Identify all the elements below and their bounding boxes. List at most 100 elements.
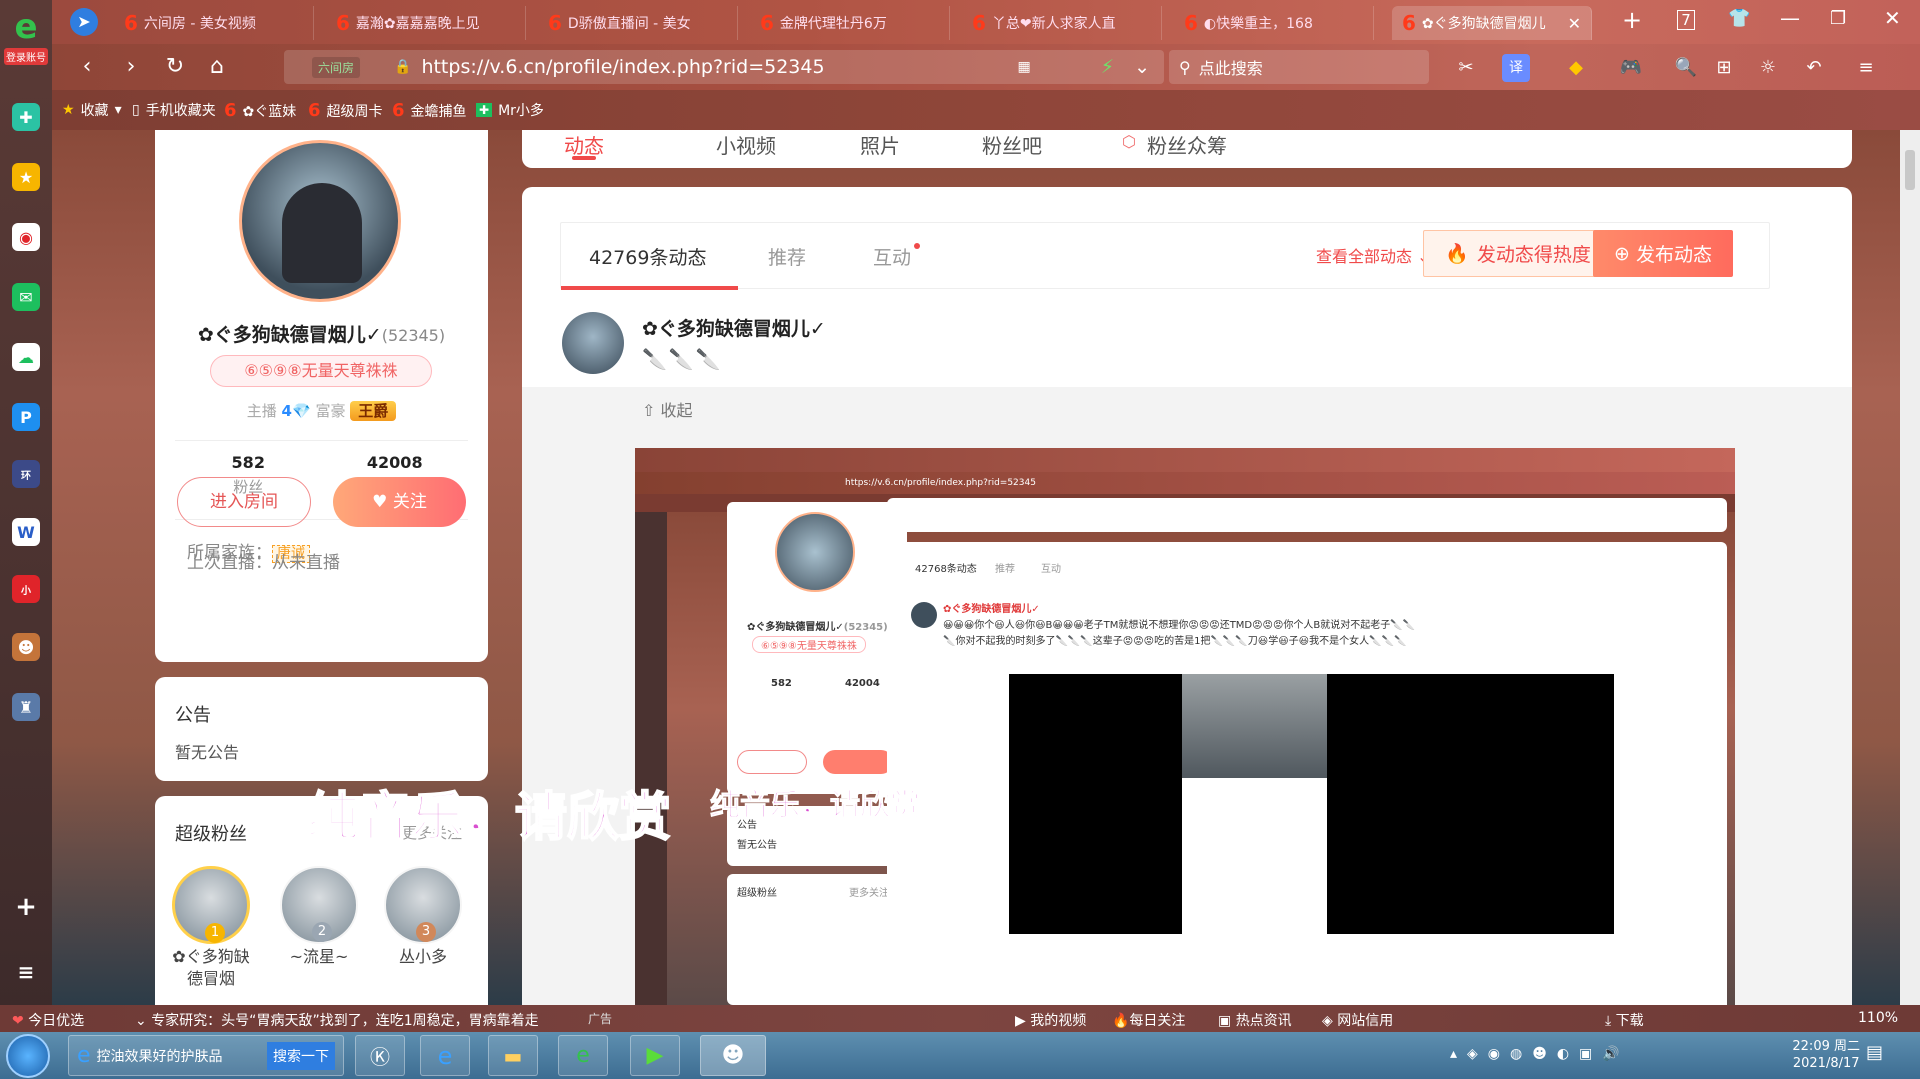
home-icon[interactable]: ⌂ bbox=[202, 52, 232, 82]
add-icon[interactable]: + bbox=[12, 892, 40, 922]
status-credit[interactable]: ◈ 网站信用 bbox=[1322, 1010, 1393, 1030]
login-account-label[interactable]: 登录账号 bbox=[4, 48, 48, 65]
tab-recommend[interactable]: 推荐 bbox=[768, 243, 806, 270]
tab-fan-bar[interactable]: 粉丝吧 bbox=[982, 130, 1042, 159]
fan-item[interactable]: 3 丛小多 bbox=[383, 866, 463, 968]
clock[interactable]: 22:09 周二 2021/8/17 bbox=[1792, 1038, 1860, 1072]
taskbar-folder[interactable]: ▬ bbox=[488, 1035, 538, 1076]
tab-crowdfund[interactable]: 粉丝众筹 bbox=[1147, 130, 1227, 159]
menu-icon[interactable]: ≡ bbox=[12, 958, 40, 986]
restore-icon[interactable]: ❐ bbox=[1830, 8, 1846, 29]
coin-icon[interactable]: ◆ bbox=[1562, 54, 1590, 82]
bookmark-mobile[interactable]: ▯ 手机收藏夹 bbox=[132, 100, 216, 120]
scrollbar-thumb[interactable] bbox=[1905, 150, 1915, 190]
qr-icon[interactable]: ▦ bbox=[1018, 59, 1031, 75]
scissors-icon[interactable]: ✂ bbox=[1452, 54, 1480, 82]
tab-0[interactable]: 6 六间房 - 美女视频 bbox=[114, 6, 314, 40]
page-scrollbar[interactable] bbox=[1900, 130, 1920, 1005]
nested-screenshot[interactable]: https://v.6.cn/profile/index.php?rid=523… bbox=[635, 448, 1735, 1005]
tab-2[interactable]: 6 D骄傲直播间 - 美女 bbox=[538, 6, 738, 40]
cloud-icon[interactable]: ☁ bbox=[12, 343, 40, 371]
close-window-icon[interactable]: ✕ bbox=[1884, 6, 1901, 30]
url-text[interactable]: https://v.6.cn/profile/index.php?rid=523… bbox=[421, 56, 824, 78]
grid-icon[interactable]: ⊞ bbox=[1710, 54, 1738, 82]
enter-room-button[interactable]: 进入房间 bbox=[177, 477, 311, 527]
minimize-icon[interactable]: — bbox=[1780, 6, 1800, 30]
refresh-icon[interactable]: ↻ bbox=[160, 52, 190, 82]
status-my-video[interactable]: ▶ 我的视频 bbox=[1015, 1010, 1086, 1030]
word-icon[interactable]: W bbox=[12, 518, 40, 546]
taskbar-active-app[interactable]: ☻ bbox=[700, 1035, 766, 1076]
bookmark-mrxiaoduo[interactable]: ✚ Mr小多 bbox=[476, 100, 544, 120]
start-button[interactable] bbox=[6, 1034, 50, 1078]
game-character-icon[interactable]: ☻ bbox=[12, 633, 40, 661]
notification-icon[interactable]: ▤ bbox=[1866, 1042, 1883, 1063]
bookmark-label: 收藏 bbox=[80, 103, 109, 119]
taskbar-k-app[interactable]: Ⓚ bbox=[355, 1035, 405, 1076]
status-hot-news[interactable]: ▣ 热点资讯 bbox=[1218, 1010, 1292, 1030]
browser-logo[interactable]: e 登录账号 bbox=[4, 10, 48, 70]
status-daily-follow[interactable]: 🔥每日关注 bbox=[1112, 1010, 1185, 1030]
gamepad-icon[interactable]: 🎮 bbox=[1617, 54, 1645, 82]
bookmark-fishing[interactable]: 6 金蟾捕鱼 bbox=[392, 100, 467, 121]
browser-menu-icon[interactable]: ≡ bbox=[1852, 54, 1880, 82]
translate-icon[interactable]: 译 bbox=[1502, 54, 1530, 82]
send-icon[interactable]: ➤ bbox=[70, 8, 98, 36]
forward-icon[interactable]: › bbox=[116, 52, 146, 82]
back-icon[interactable]: ‹ bbox=[72, 52, 102, 82]
zoom-level[interactable]: 110% bbox=[1858, 1010, 1898, 1026]
search-box[interactable]: ⚲ 点此搜索 bbox=[1169, 50, 1429, 84]
follow-button[interactable]: ♥ 关注 bbox=[333, 477, 466, 527]
heart-icon: ♥ bbox=[372, 492, 393, 512]
profile-avatar[interactable] bbox=[239, 140, 401, 302]
address-bar[interactable]: 六间房 🔒 https://v.6.cn/profile/index.php?r… bbox=[284, 50, 1164, 84]
taskbar-browser[interactable]: e bbox=[558, 1035, 608, 1076]
tab-all-posts[interactable]: 42769条动态 bbox=[589, 243, 706, 270]
tab-1[interactable]: 6 嘉瀚✿嘉嘉嘉晚上见 bbox=[326, 6, 526, 40]
fan-item[interactable]: 2 ~流星~ bbox=[279, 866, 359, 968]
taskbar-player[interactable]: ▶ bbox=[630, 1035, 680, 1076]
mail-icon[interactable]: ✉ bbox=[12, 283, 40, 311]
bookmark-lanmei[interactable]: 6 ✿ぐ蓝妹 bbox=[224, 100, 296, 121]
hot-post-button[interactable]: 🔥 发动态得热度 bbox=[1423, 230, 1613, 277]
p-app-icon[interactable]: P bbox=[12, 403, 40, 431]
tab-interact[interactable]: 互动 bbox=[873, 243, 911, 270]
post-author[interactable]: ✿ぐ多狗缺德冒烟儿✓ bbox=[642, 314, 826, 341]
tab-6-active[interactable]: 6 ✿ぐ多狗缺德冒烟儿 ✕ bbox=[1392, 6, 1592, 40]
tab-short-video[interactable]: 小视频 bbox=[716, 130, 776, 159]
red-app-icon[interactable]: 小 bbox=[12, 575, 40, 603]
shirt-icon[interactable]: 👕 bbox=[1728, 8, 1750, 29]
game-app-icon[interactable]: 环 bbox=[12, 460, 40, 488]
brightness-icon[interactable]: ☼ bbox=[1754, 54, 1782, 82]
publish-button[interactable]: ⊕ 发布动态 bbox=[1593, 230, 1733, 277]
tab-count-icon[interactable]: 7 bbox=[1677, 10, 1695, 30]
new-tab-icon[interactable]: + bbox=[1622, 6, 1642, 34]
bookmark-favorites[interactable]: ★ 收藏 ▾ bbox=[62, 100, 122, 120]
post-avatar[interactable] bbox=[562, 312, 624, 374]
close-tab-icon[interactable]: ✕ bbox=[1568, 14, 1581, 33]
undo-icon[interactable]: ↶ bbox=[1800, 54, 1828, 82]
tab-dynamic[interactable]: 动态 bbox=[564, 130, 604, 159]
today-pick[interactable]: ❤ 今日优选 bbox=[12, 1010, 84, 1030]
tab-4[interactable]: 6 丫总❤新人求家人直 bbox=[962, 6, 1162, 40]
lightning-icon[interactable]: ⚡ bbox=[1101, 56, 1114, 78]
game-castle-icon[interactable]: ♜ bbox=[12, 693, 40, 721]
tab-3[interactable]: 6 金牌代理牡丹6万 bbox=[750, 6, 950, 40]
fan-item[interactable]: 1 ✿ぐ多狗缺德冒烟 bbox=[171, 866, 251, 990]
weibo-icon[interactable]: ◉ bbox=[12, 223, 40, 251]
tab-photos[interactable]: 照片 bbox=[860, 130, 900, 159]
tab-5[interactable]: 6 ◐快樂重主，168 bbox=[1174, 6, 1374, 40]
tray-icons[interactable]: ▴◈◉◍☻◐▣🔊 bbox=[1450, 1046, 1630, 1062]
news-ticker[interactable]: ⌄ 专家研究：头号“胃病天敌”找到了，连吃1周稳定，胃病靠着走 bbox=[135, 1010, 615, 1030]
search-once-button[interactable]: 搜索一下 bbox=[267, 1041, 335, 1070]
plus-cross-icon[interactable]: ✚ bbox=[12, 103, 40, 131]
status-download[interactable]: ⤓ 下载 bbox=[1605, 1010, 1644, 1030]
bookmark-supercard[interactable]: 6 超级周卡 bbox=[308, 100, 383, 121]
taskbar-ie[interactable]: e bbox=[420, 1035, 470, 1076]
taskbar-ie-search[interactable]: e 控油效果好的护肤品 搜索一下 bbox=[68, 1035, 344, 1076]
star-icon[interactable]: ★ bbox=[12, 163, 40, 191]
view-all-posts[interactable]: 查看全部动态 ⌄ bbox=[1316, 243, 1431, 267]
collapse-link[interactable]: ⇧ 收起 bbox=[642, 397, 693, 421]
magnifier-icon[interactable]: 🔍 bbox=[1672, 54, 1700, 82]
dropdown-icon[interactable]: ⌄ bbox=[1134, 56, 1150, 78]
